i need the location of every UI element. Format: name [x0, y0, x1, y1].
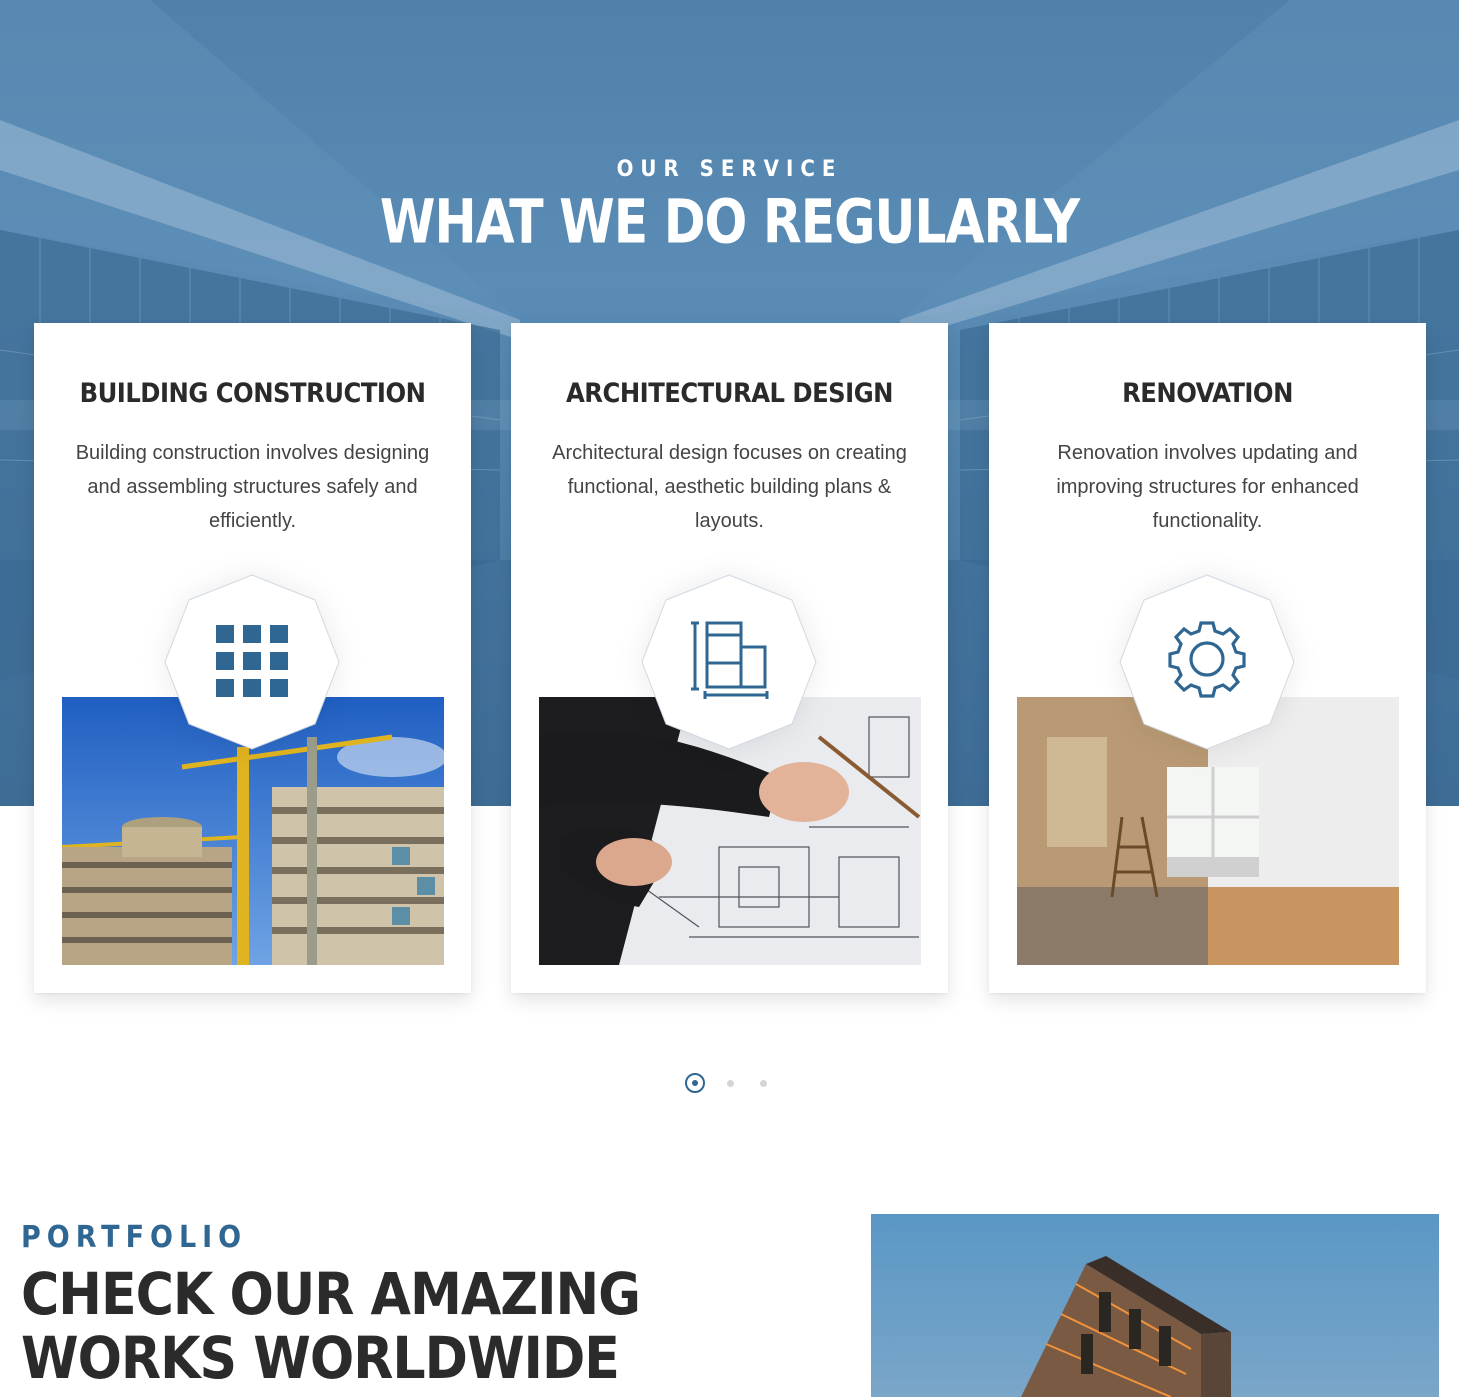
service-icon-badge: [162, 573, 342, 751]
services-headline: WHAT WE DO REGULARLY: [379, 187, 1080, 258]
service-card-description: Renovation involves updating and improvi…: [1056, 442, 1359, 532]
carousel-dot-3[interactable]: [760, 1080, 767, 1087]
grid-icon: [216, 625, 288, 697]
service-icon-badge: [1117, 573, 1297, 751]
service-card-title: RENOVATION: [1122, 378, 1293, 409]
portfolio-title: CHECK OUR AMAZING WORKS WORLDWIDE: [21, 1260, 641, 1392]
service-card-renovation[interactable]: RENOVATION Renovation involves updating …: [989, 323, 1426, 993]
service-card-title: BUILDING CONSTRUCTION: [79, 378, 426, 409]
service-icon-badge: [639, 573, 819, 751]
service-card-architectural-design[interactable]: ARCHITECTURAL DESIGN Architectural desig…: [511, 323, 948, 993]
service-card-building-construction[interactable]: BUILDING CONSTRUCTION Building construct…: [34, 323, 471, 993]
services-eyebrow: OUR SERVICE: [616, 157, 843, 182]
service-card-description: Building construction involves designing…: [75, 442, 430, 532]
carousel-dot-2[interactable]: [727, 1080, 734, 1087]
portfolio-eyebrow: PORTFOLIO: [21, 1220, 248, 1255]
service-card-title: ARCHITECTURAL DESIGN: [566, 378, 893, 409]
service-card-description: Architectural design focuses on creating…: [552, 442, 907, 532]
portfolio-building-photo: [871, 1214, 1439, 1397]
carousel-dot-1[interactable]: [685, 1073, 705, 1093]
